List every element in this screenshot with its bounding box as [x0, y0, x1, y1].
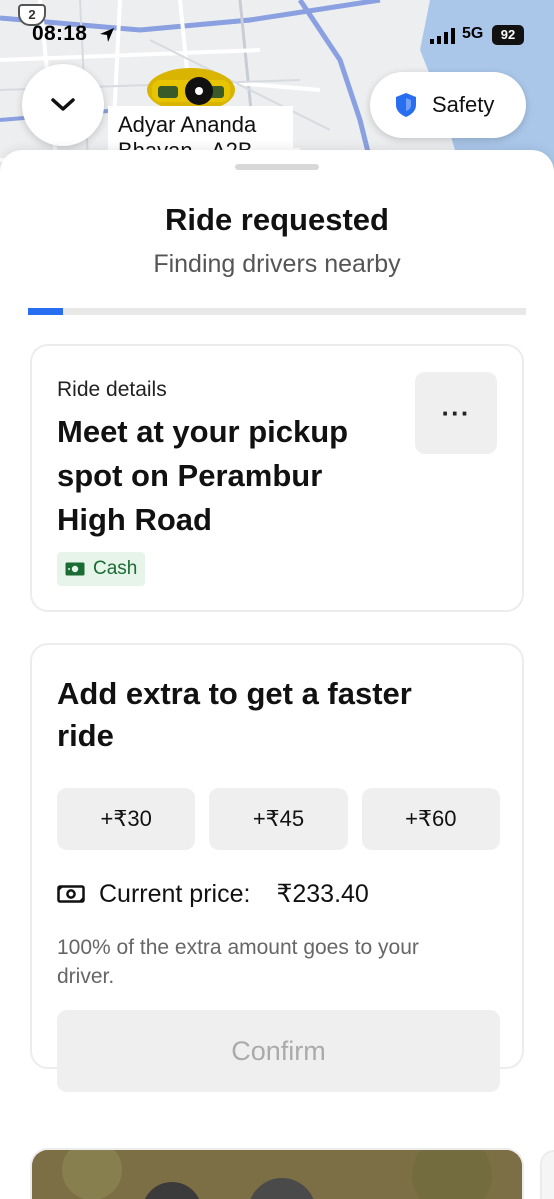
map-place-label: Adyar Ananda Bhavan - A2B — [108, 106, 293, 150]
driver-share-note: 100% of the extra amount goes to your dr… — [57, 936, 419, 988]
banknote-icon — [57, 885, 85, 903]
next-promo-card-edge[interactable] — [540, 1150, 554, 1199]
banknote-icon — [65, 562, 85, 576]
promo-photo-art — [32, 1150, 522, 1199]
status-bar: 2 08:18 5G 92 — [0, 0, 554, 60]
promo-card[interactable] — [30, 1148, 524, 1199]
confirm-button[interactable]: Confirm — [57, 1010, 500, 1092]
more-options-button[interactable]: ··· — [415, 372, 497, 454]
promo-photo — [32, 1150, 522, 1199]
collapse-button[interactable] — [22, 64, 104, 146]
payment-method-label: Cash — [93, 558, 138, 579]
add-extra-card: Add extra to get a faster ride +₹30 +₹45… — [30, 643, 524, 1092]
search-progress-bar — [28, 308, 526, 315]
battery-level: 92 — [492, 25, 524, 45]
more-options-icon: ··· — [441, 397, 471, 428]
safety-button-label: Safety — [432, 92, 495, 117]
pickup-instruction: Meet at your pickup spot on Perambur Hig… — [57, 414, 349, 537]
chevron-down-icon — [51, 98, 75, 111]
safety-button[interactable]: Safety — [370, 72, 526, 138]
add-extra-headline: Add extra to get a faster ride — [57, 676, 412, 753]
ride-details-card: Ride details Meet at your pickup spot on… — [30, 344, 524, 612]
extra-option-button[interactable]: +₹30 — [57, 788, 196, 850]
ride-details-label: Ride details — [57, 378, 167, 401]
search-progress-fill — [28, 308, 63, 315]
network-type: 5G — [462, 25, 484, 42]
sheet-title: Ride requested — [165, 202, 389, 237]
shield-icon — [396, 93, 416, 117]
extra-amount-options: +₹30 +₹45 +₹60 — [57, 788, 500, 850]
location-arrow-icon — [100, 28, 114, 42]
sheet-drag-handle[interactable] — [235, 164, 319, 170]
payment-method-badge: Cash — [57, 552, 146, 586]
status-time: 08:18 — [32, 22, 88, 45]
current-price-row: Current price: ₹233.40 — [57, 879, 369, 909]
sheet-subtitle: Finding drivers nearby — [153, 250, 401, 278]
extra-option-button[interactable]: +₹60 — [361, 788, 500, 850]
cellular-signal-icon — [430, 28, 455, 44]
current-price-label: Current price: — [99, 879, 251, 908]
extra-option-button[interactable]: +₹45 — [209, 788, 348, 850]
current-price-value: ₹233.40 — [276, 880, 369, 908]
ride-status-sheet: Ride requested Finding drivers nearby Ri… — [0, 150, 554, 1199]
